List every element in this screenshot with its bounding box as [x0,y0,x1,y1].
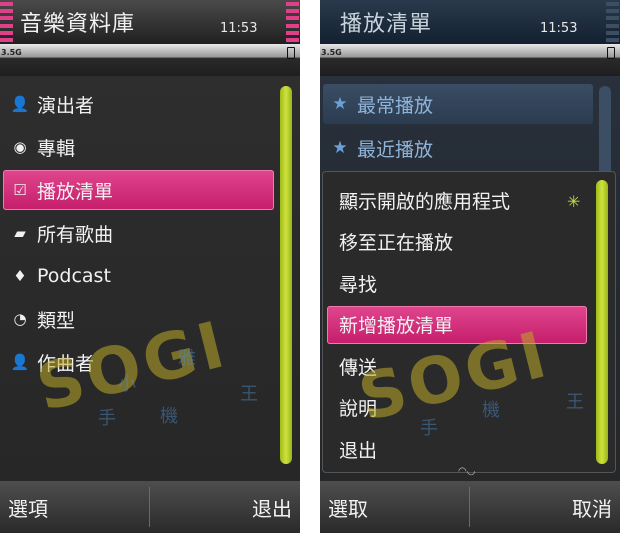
list-item[interactable]: 👤 演出者 [3,84,274,124]
list-item-label: 類型 [37,309,76,332]
title-bar: 音樂資料庫 11:53 [0,0,300,44]
softkey-divider [149,487,150,527]
list-item[interactable]: ★ 最近播放 [323,128,593,168]
list-item-label: 所有歌曲 [37,223,114,246]
right-phone-screen: 播放清單 11:53 3.5G ★ 最常播放 ★ 最近播放 顯示開啟的應用程式 移至正在… [320,0,620,533]
select-softkey[interactable]: 選取 [328,493,368,522]
watermark-char: 機 [160,406,178,427]
watermark-char: 手 [98,408,116,429]
scrollbar-thumb[interactable] [280,86,292,464]
list-item-label: 專輯 [37,137,76,160]
clock: 11:53 [540,21,578,36]
left-phone-screen: 音樂資料庫 11:53 3.5G 👤 演出者 ◉ 專輯 ☑ 播放清單 ▰ 所有歌曲 ♦ Podca… [0,0,300,533]
folder-icon: ▰ [14,224,26,242]
star-icon: ★ [332,138,348,158]
scrollbar[interactable] [280,86,292,464]
title-bar: 播放清單 11:53 [320,0,620,44]
battery-icon [287,47,295,59]
list-item[interactable]: ★ 最常播放 [323,84,593,124]
network-indicator: 3.5G [1,48,22,57]
network-indicator: 3.5G [321,48,342,57]
open-apps-icon: ✳ [567,192,581,211]
signal-strength-icon [0,2,13,42]
list-item-label: 最近播放 [357,138,434,161]
status-bar: 3.5G [0,44,300,76]
list-item-label: Podcast [37,265,111,287]
page-title: 音樂資料庫 [20,12,136,37]
cancel-softkey[interactable]: 取消 [572,493,612,522]
battery-icon [607,47,615,59]
list-item-label: 演出者 [37,94,95,117]
options-menu: 顯示開啟的應用程式 移至正在播放 尋找 新增播放清單 傳送說明 退出 ✳ [322,171,616,473]
composer-icon: 👤 [10,353,30,371]
menu-item[interactable]: 退出 [327,430,587,468]
exit-softkey[interactable]: 退出 [252,493,292,522]
softkey-divider [469,487,470,527]
menu-item[interactable]: 新增播放清單 [327,305,587,344]
list-item-label: 最常播放 [357,94,434,117]
star-icon: ★ [332,94,348,114]
scrollbar[interactable] [599,86,611,176]
menu-scrollbar[interactable] [596,180,608,464]
list-item[interactable]: ▰ 所有歌曲 [3,213,274,253]
clock: 11:53 [220,21,258,36]
watermark-char: 王 [240,384,258,405]
battery-level-icon [286,2,299,42]
list-item[interactable]: ◔ 類型 [3,299,274,339]
battery-level-icon [606,2,619,42]
list-item[interactable]: 👤 作曲者 [3,342,274,382]
softkey-bar: 選項 退出 [0,481,300,533]
checkbox-icon: ☑ [13,181,27,199]
menu-item[interactable]: 傳送 [327,347,587,385]
menu-item[interactable]: 說明 [327,389,587,427]
menu-item[interactable]: 移至正在播放 [327,223,587,261]
list-item-label: 作曲者 [37,352,95,375]
list-item[interactable]: ☑ 播放清單 [3,170,274,210]
list-item[interactable]: ◉ 專輯 [3,127,274,167]
menu-item[interactable]: 尋找 [327,264,587,302]
list-item-label: 播放清單 [37,180,114,203]
page-title: 播放清單 [340,12,433,37]
status-bar: 3.5G [320,44,620,76]
person-icon: 👤 [10,95,30,113]
menu-handle-icon: ◠◡ [458,466,476,477]
list-item[interactable]: ♦ Podcast [3,256,274,296]
options-softkey[interactable]: 選項 [8,493,48,522]
podcast-icon: ♦ [13,267,27,285]
softkey-bar: 選取 取消 [320,481,620,533]
genre-icon: ◔ [13,310,27,328]
menu-item[interactable]: 顯示開啟的應用程式 [327,181,587,219]
disc-icon: ◉ [13,138,27,156]
